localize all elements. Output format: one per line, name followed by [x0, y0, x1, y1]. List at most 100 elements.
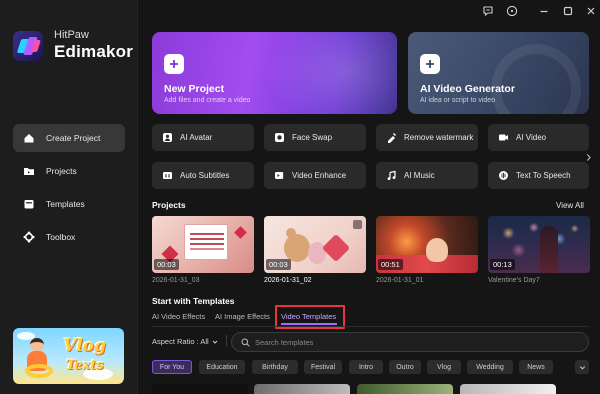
- tool-video-enhance[interactable]: Video Enhance: [264, 162, 366, 189]
- baby-image: [426, 238, 448, 262]
- project-thumbnail[interactable]: 00:51: [376, 216, 478, 273]
- vlog-texts-banner[interactable]: Vlog Texts: [13, 328, 124, 384]
- search-bar[interactable]: [231, 332, 589, 352]
- music-icon: [386, 170, 397, 181]
- brand-company: HitPaw: [54, 29, 89, 41]
- sidebar-item-label: Create Project: [46, 133, 101, 143]
- tool-ai-music[interactable]: AI Music: [376, 162, 478, 189]
- tool-ai-video[interactable]: AI Video: [488, 124, 589, 151]
- project-thumbnail[interactable]: 00:13: [488, 216, 590, 273]
- sidebar-item-projects[interactable]: Projects: [13, 157, 125, 185]
- folder-icon: [23, 165, 35, 177]
- subtitles-icon: [162, 170, 173, 181]
- tool-remove-watermark[interactable]: Remove watermark: [376, 124, 478, 151]
- projects-title: Projects: [152, 200, 186, 210]
- sidebar-item-templates[interactable]: Templates: [13, 190, 125, 218]
- person-image: [540, 226, 558, 273]
- edimakor-logo-icon: [13, 31, 43, 61]
- tab-ai-image-effects[interactable]: AI Image Effects: [215, 312, 270, 321]
- ai-video-generator-title: AI Video Generator: [420, 83, 515, 95]
- tool-label: Video Enhance: [292, 171, 347, 180]
- ai-video-generator-subtitle: AI idea or script to video: [420, 97, 496, 104]
- aspect-ratio-label: Aspect Ratio : All: [152, 337, 209, 346]
- chip-vlog[interactable]: Vlog: [427, 360, 461, 374]
- tool-label: AI Video: [516, 133, 547, 142]
- search-input[interactable]: [255, 337, 555, 347]
- plus-icon: [420, 54, 440, 74]
- valentine-card-image: [184, 224, 228, 260]
- tool-face-swap[interactable]: Face Swap: [264, 124, 366, 151]
- kid-illustration-icon: [25, 338, 53, 378]
- tool-text-to-speech[interactable]: Text To Speech: [488, 162, 589, 189]
- search-icon: [241, 338, 250, 347]
- templates-section-title: Start with Templates: [152, 296, 235, 306]
- new-project-subtitle: Add files and create a video: [164, 97, 251, 104]
- template-thumbnail[interactable]: [460, 384, 556, 394]
- ai-video-generator-card[interactable]: AI Video Generator AI idea or script to …: [408, 32, 589, 114]
- tool-label: Remove watermark: [404, 133, 474, 142]
- chip-outro[interactable]: Outro: [389, 360, 421, 374]
- toolbox-icon: [23, 231, 35, 243]
- new-project-card[interactable]: New Project Add files and create a video: [152, 32, 397, 114]
- chip-festival[interactable]: Festival: [304, 360, 342, 374]
- template-thumbnail[interactable]: [357, 384, 453, 394]
- chip-news[interactable]: News: [519, 360, 553, 374]
- divider: [226, 335, 227, 347]
- info-icon[interactable]: [505, 4, 519, 18]
- sidebar-item-label: Templates: [46, 199, 85, 209]
- project-thumbnail[interactable]: 00:03: [152, 216, 254, 273]
- chip-education[interactable]: Education: [199, 360, 245, 374]
- tool-label: AI Music: [404, 171, 435, 180]
- view-all-link[interactable]: View All: [556, 201, 584, 210]
- duration-badge: 00:51: [378, 259, 403, 270]
- ai-video-icon: [498, 132, 509, 143]
- sidebar-item-create-project[interactable]: Create Project: [13, 124, 125, 152]
- template-thumbnail[interactable]: [254, 384, 350, 394]
- home-icon: [23, 132, 35, 144]
- tool-label: AI Avatar: [180, 133, 213, 142]
- sidebar-item-toolbox[interactable]: Toolbox: [13, 223, 125, 251]
- chip-for-you[interactable]: For You: [152, 360, 192, 374]
- project-name: 2026-01-31_01: [376, 277, 424, 284]
- tool-auto-subtitles[interactable]: Auto Subtitles: [152, 162, 254, 189]
- chevron-down-icon: [212, 340, 218, 344]
- brand-product: Edimakor: [54, 42, 134, 61]
- feedback-icon[interactable]: [481, 4, 495, 18]
- minimize-icon[interactable]: [537, 4, 551, 18]
- template-thumbnail[interactable]: [152, 384, 248, 394]
- chip-intro[interactable]: Intro: [349, 360, 383, 374]
- chip-birthday[interactable]: Birthday: [252, 360, 298, 374]
- tab-ai-video-effects[interactable]: AI Video Effects: [152, 312, 205, 321]
- banner-title: Vlog: [63, 336, 106, 356]
- templates-icon: [23, 198, 35, 210]
- tool-label: Auto Subtitles: [180, 171, 230, 180]
- watermark-icon: [386, 132, 397, 143]
- project-thumbnail[interactable]: 00:03: [264, 216, 366, 273]
- divider: [152, 326, 589, 327]
- sidebar: HitPaw Edimakor Create Project Projects …: [0, 0, 138, 394]
- more-options-icon[interactable]: [353, 220, 362, 229]
- close-icon[interactable]: [584, 4, 598, 18]
- tool-label: Face Swap: [292, 133, 333, 142]
- face-swap-icon: [274, 132, 285, 143]
- duration-badge: 00:13: [490, 259, 515, 270]
- duration-badge: 00:03: [154, 259, 179, 270]
- project-name: Valentine's Day7: [488, 277, 540, 284]
- avatar-icon: [162, 132, 173, 143]
- enhance-icon: [274, 170, 285, 181]
- tool-label: Text To Speech: [516, 171, 571, 180]
- sidebar-item-label: Toolbox: [46, 232, 76, 242]
- chevron-right-icon[interactable]: [584, 150, 594, 164]
- plus-icon: [164, 54, 184, 74]
- tts-icon: [498, 170, 509, 181]
- project-name: 2026-01-31_02: [264, 277, 312, 284]
- aspect-ratio-dropdown[interactable]: Aspect Ratio : All: [152, 337, 218, 346]
- project-name: 2026-01-31_03: [152, 277, 200, 284]
- duration-badge: 00:03: [266, 259, 291, 270]
- banner-subtitle: Texts: [66, 358, 104, 373]
- tool-ai-avatar[interactable]: AI Avatar: [152, 124, 254, 151]
- chip-wedding[interactable]: Wedding: [467, 360, 513, 374]
- new-project-title: New Project: [164, 83, 225, 95]
- maximize-icon[interactable]: [561, 4, 575, 18]
- chevron-down-icon[interactable]: [575, 360, 589, 374]
